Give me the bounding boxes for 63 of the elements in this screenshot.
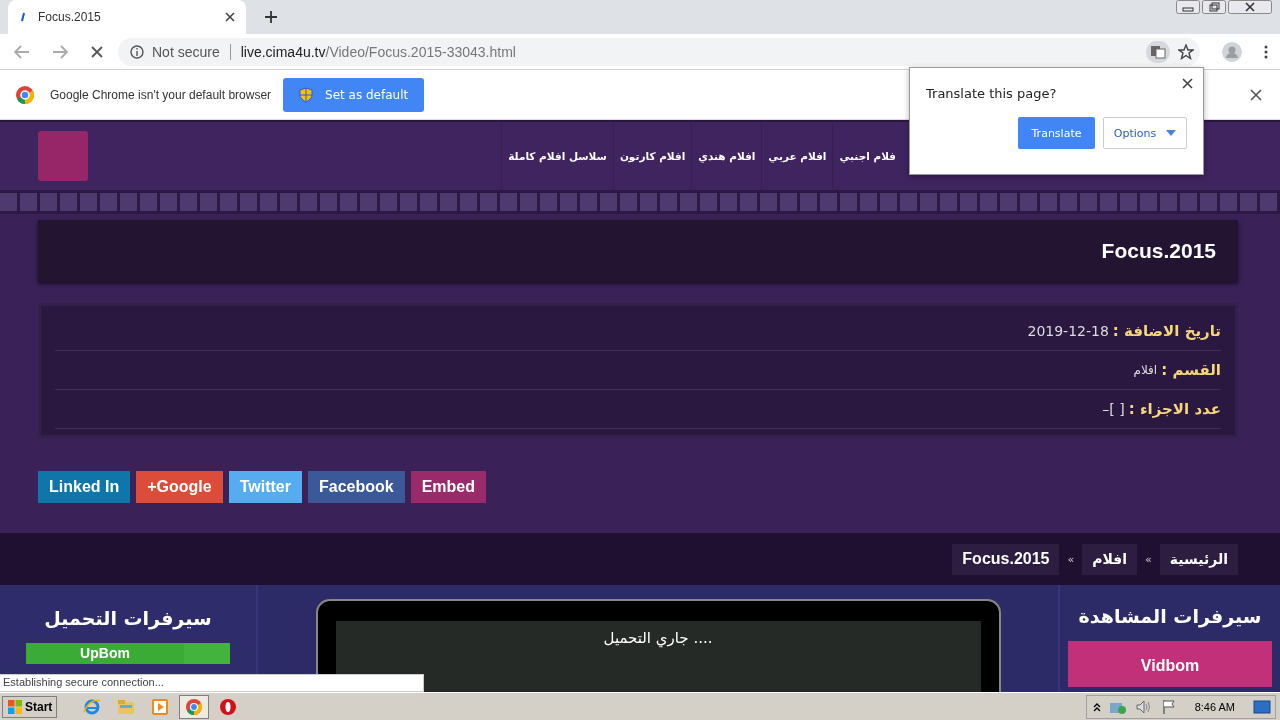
close-icon[interactable]	[1182, 78, 1193, 89]
taskbar-app[interactable]	[179, 694, 210, 719]
shield-icon	[299, 86, 314, 103]
back-icon[interactable]	[14, 44, 30, 59]
share-button[interactable]: Facebook	[307, 471, 405, 503]
section-title: سيرفرات التحميل	[44, 607, 212, 629]
close-icon[interactable]	[1250, 88, 1262, 101]
minimize-icon[interactable]	[1176, 0, 1200, 14]
share-button[interactable]: +Google	[136, 471, 223, 503]
flag-icon[interactable]	[1160, 698, 1177, 715]
dropdown-caret-icon	[1166, 130, 1177, 136]
browser-tab[interactable]: Focus.2015	[8, 0, 246, 34]
breadcrumb-link[interactable]: Focus.2015	[952, 543, 1060, 575]
section-title: سيرفرات المشاهدة	[1078, 605, 1262, 627]
detail-value: 2019-12-18	[1027, 323, 1109, 339]
detail-label: القسم :	[1161, 361, 1221, 379]
breadcrumb-link[interactable]: الرئيسية	[1159, 543, 1238, 575]
server-button[interactable]: Vidbom	[1068, 641, 1272, 687]
address-bar[interactable]: Not secure live.cima4u.tv/Video/Focus.2015-33043.html	[118, 37, 1200, 66]
chevron-up-icon[interactable]	[1092, 701, 1101, 712]
folder-icon	[117, 697, 136, 716]
movie-title: Focus.2015	[1101, 239, 1216, 263]
status-toast: Establishing secure connection...	[0, 674, 424, 692]
info-icon	[130, 44, 144, 59]
opera-icon	[219, 697, 238, 716]
bookmark-star-icon[interactable]	[1178, 43, 1194, 60]
url-text: live.cima4u.tv/Video/Focus.2015-33043.html	[240, 43, 516, 60]
close-icon[interactable]	[1228, 0, 1272, 14]
show-desktop-icon[interactable]	[1253, 698, 1271, 715]
breadcrumb-separator: «	[1067, 552, 1075, 566]
popup-title: Translate this page?	[926, 86, 1057, 101]
chrome-icon	[185, 697, 204, 716]
media-player-icon	[151, 697, 170, 716]
set-default-button[interactable]: Set as default	[283, 77, 425, 112]
restore-icon[interactable]	[1202, 0, 1226, 14]
options-button[interactable]: Options	[1103, 117, 1187, 149]
detail-value: افلام	[1133, 363, 1158, 377]
loading-message: جاري التحميل ....	[603, 629, 713, 650]
detail-value: –[ ]	[1102, 401, 1125, 417]
detail-label: عدد الاجزاء :	[1128, 400, 1221, 418]
security-label: Not secure	[152, 43, 220, 60]
share-button[interactable]: Embed	[410, 471, 486, 503]
clock[interactable]: 8:46 AM	[1194, 700, 1235, 713]
breadcrumb-link[interactable]: افلام	[1082, 543, 1138, 575]
breadcrumb-separator: «	[1145, 552, 1152, 566]
infobar-message: Google Chrome isn't your default browser	[50, 87, 272, 102]
detail-label: تاريخ الاضافة :	[1112, 322, 1221, 340]
tab-title: Focus.2015	[38, 10, 102, 24]
ie-icon	[83, 697, 102, 716]
new-tab-icon[interactable]	[264, 10, 278, 24]
windows-logo-icon	[7, 698, 23, 715]
start-button[interactable]: Start	[2, 695, 58, 718]
translate-icon[interactable]	[1146, 40, 1170, 63]
speaker-icon[interactable]	[1134, 698, 1153, 715]
profile-icon[interactable]	[1222, 41, 1242, 62]
stop-icon[interactable]	[90, 44, 104, 59]
favicon-icon	[20, 12, 26, 22]
close-icon[interactable]	[224, 11, 236, 23]
translate-button[interactable]: Translate	[1018, 117, 1095, 149]
share-button[interactable]: Linked In	[38, 471, 131, 503]
chrome-logo-icon	[16, 85, 34, 104]
menu-icon[interactable]	[1264, 44, 1268, 59]
forward-icon[interactable]	[52, 44, 68, 59]
